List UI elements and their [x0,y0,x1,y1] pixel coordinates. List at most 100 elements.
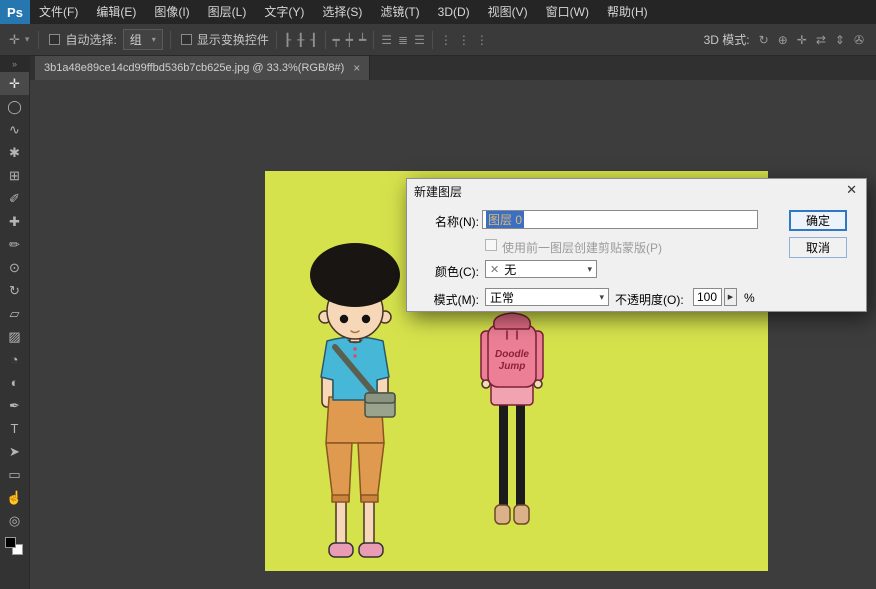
new-layer-dialog: 新建图层 ✕ 名称(N): 图层 0 确定 使用前一图层创建剪贴蒙版(P) 取消… [406,178,867,312]
auto-select-checkbox[interactable] [49,34,60,45]
document-tab[interactable]: 3b1a48e89ce14cd99ffbd536b7cb625e.jpg @ 3… [35,56,370,80]
divider [432,31,433,49]
pen-tool[interactable]: ✒ [0,394,29,417]
distribute-group-vertical: ☰ ≣ ☰ [381,33,425,47]
distribute-left-edges-icon[interactable]: ⋮ [440,33,452,47]
hoodie-text-line2: Jump [499,361,526,372]
3d-camera-icon[interactable]: ✇ [854,33,864,47]
3d-mode-group: 3D 模式: ↻ ⊕ ✛ ⇄ ⇕ ✇ [704,31,870,48]
dodge-tool[interactable]: ◐ [0,371,29,394]
options-bar: ✛ ▾ 自动选择: 组 ▾ 显示变换控件 ┠ ╂ ┨ ┯ ┿ ┷ ☰ ≣ ☰ [0,24,876,56]
chevron-down-icon: ▾ [152,35,156,44]
blend-mode-dropdown[interactable]: 正常 ▾ [485,288,609,306]
cancel-button[interactable]: 取消 [789,237,847,258]
align-right-edges-icon[interactable]: ┨ [310,33,317,47]
gradient-tool[interactable]: ▨ [0,325,29,348]
show-transform-checkbox[interactable] [181,34,192,45]
hand-tool[interactable]: ☝ [0,486,29,509]
brush-tool[interactable]: ✏ [0,233,29,256]
auto-select-dropdown[interactable]: 组 ▾ [123,29,163,50]
clipping-mask-checkbox[interactable] [485,239,497,251]
align-horizontal-centers-icon[interactable]: ╂ [297,33,304,47]
photoshop-window: Ps 文件(F) 编辑(E) 图像(I) 图层(L) 文字(Y) 选择(S) 滤… [0,0,876,589]
menu-type[interactable]: 文字(Y) [255,0,313,24]
divider [325,31,326,49]
align-group-vertical: ┯ ┿ ┷ [333,33,367,47]
menu-edit[interactable]: 编辑(E) [87,0,145,24]
foreground-color-swatch[interactable] [5,537,16,548]
auto-select-value: 组 [130,31,142,48]
name-label: 名称(N): [417,213,479,230]
divider [276,31,277,49]
dialog-title: 新建图层 [414,183,462,200]
menu-help[interactable]: 帮助(H) [598,0,657,24]
menu-select[interactable]: 选择(S) [313,0,371,24]
distribute-horizontal-centers-icon[interactable]: ⋮ [458,33,470,47]
current-tool-icon: ✛ [6,32,23,48]
align-top-edges-icon[interactable]: ┯ [333,33,340,47]
color-dropdown[interactable]: ✕ 无 ▾ [485,260,597,278]
opacity-unit: % [744,291,755,305]
move-tool[interactable]: ✛ [0,72,29,95]
menu-3d[interactable]: 3D(D) [429,0,479,24]
layer-name-input[interactable]: 图层 0 [482,210,758,229]
distribute-vertical-centers-icon[interactable]: ≣ [398,33,408,47]
3d-scale-icon[interactable]: ⇕ [835,33,845,47]
zoom-tool[interactable]: ◎ [0,509,29,532]
path-selection-tool[interactable]: ➤ [0,440,29,463]
document-tab-title: 3b1a48e89ce14cd99ffbd536b7cb625e.jpg @ 3… [44,62,344,74]
dock-collapse-button[interactable]: » [0,56,29,72]
show-transform-label: 显示变换控件 [197,31,269,48]
3d-roll-icon[interactable]: ⊕ [778,33,788,47]
ok-button[interactable]: 确定 [789,210,847,231]
color-none-icon: ✕ [490,263,499,276]
color-value: 无 [504,261,516,278]
shape-tool[interactable]: ▭ [0,463,29,486]
color-label: 颜色(C): [417,263,479,280]
menu-view[interactable]: 视图(V) [479,0,537,24]
align-left-edges-icon[interactable]: ┠ [284,33,291,47]
crop-tool[interactable]: ⊞ [0,164,29,187]
marquee-tool[interactable]: ◯ [0,95,29,118]
blend-mode-value: 正常 [490,289,514,306]
opacity-label: 不透明度(O): [615,291,684,308]
type-tool[interactable]: T [0,417,29,440]
menu-image[interactable]: 图像(I) [145,0,198,24]
history-brush-tool[interactable]: ↻ [0,279,29,302]
menu-bar: Ps 文件(F) 编辑(E) 图像(I) 图层(L) 文字(Y) 选择(S) 滤… [0,0,876,24]
align-vertical-centers-icon[interactable]: ┿ [346,33,353,47]
tool-preset-caret-icon[interactable]: ▾ [23,34,32,45]
align-bottom-edges-icon[interactable]: ┷ [359,33,366,47]
3d-slide-icon[interactable]: ⇄ [816,33,826,47]
3d-mode-label: 3D 模式: [704,31,750,48]
menu-filter[interactable]: 滤镜(T) [371,0,428,24]
menu-window[interactable]: 窗口(W) [537,0,598,24]
divider [38,31,39,49]
menu-file[interactable]: 文件(F) [30,0,87,24]
chevron-down-icon: ▾ [599,292,604,303]
blur-tool[interactable]: ◔ [0,348,29,371]
distribute-bottom-edges-icon[interactable]: ☰ [414,33,425,47]
opacity-input[interactable]: 100 [693,288,722,306]
clone-stamp-tool[interactable]: ⊙ [0,256,29,279]
eraser-tool[interactable]: ▱ [0,302,29,325]
menu-layer[interactable]: 图层(L) [199,0,256,24]
distribute-right-edges-icon[interactable]: ⋮ [476,33,488,47]
opacity-slider-flyout-icon[interactable]: ▶ [724,288,737,306]
opacity-value: 100 [697,290,717,304]
dialog-close-icon[interactable]: ✕ [846,182,857,198]
auto-select-label: 自动选择: [65,31,116,48]
healing-brush-tool[interactable]: ✚ [0,210,29,233]
distribute-top-edges-icon[interactable]: ☰ [381,33,392,47]
clipping-mask-label: 使用前一图层创建剪贴蒙版(P) [502,239,662,256]
eyedropper-tool[interactable]: ✐ [0,187,29,210]
3d-drag-icon[interactable]: ✛ [797,33,807,47]
chevron-down-icon: ▾ [587,264,592,275]
tab-close-icon[interactable]: × [353,61,360,75]
3d-rotate-icon[interactable]: ↻ [759,33,769,47]
quick-selection-tool[interactable]: ✱ [0,141,29,164]
divider [373,31,374,49]
hoodie-text-line1: Doodle [495,349,529,360]
distribute-group-horizontal: ⋮ ⋮ ⋮ [440,33,488,47]
lasso-tool[interactable]: ∿ [0,118,29,141]
